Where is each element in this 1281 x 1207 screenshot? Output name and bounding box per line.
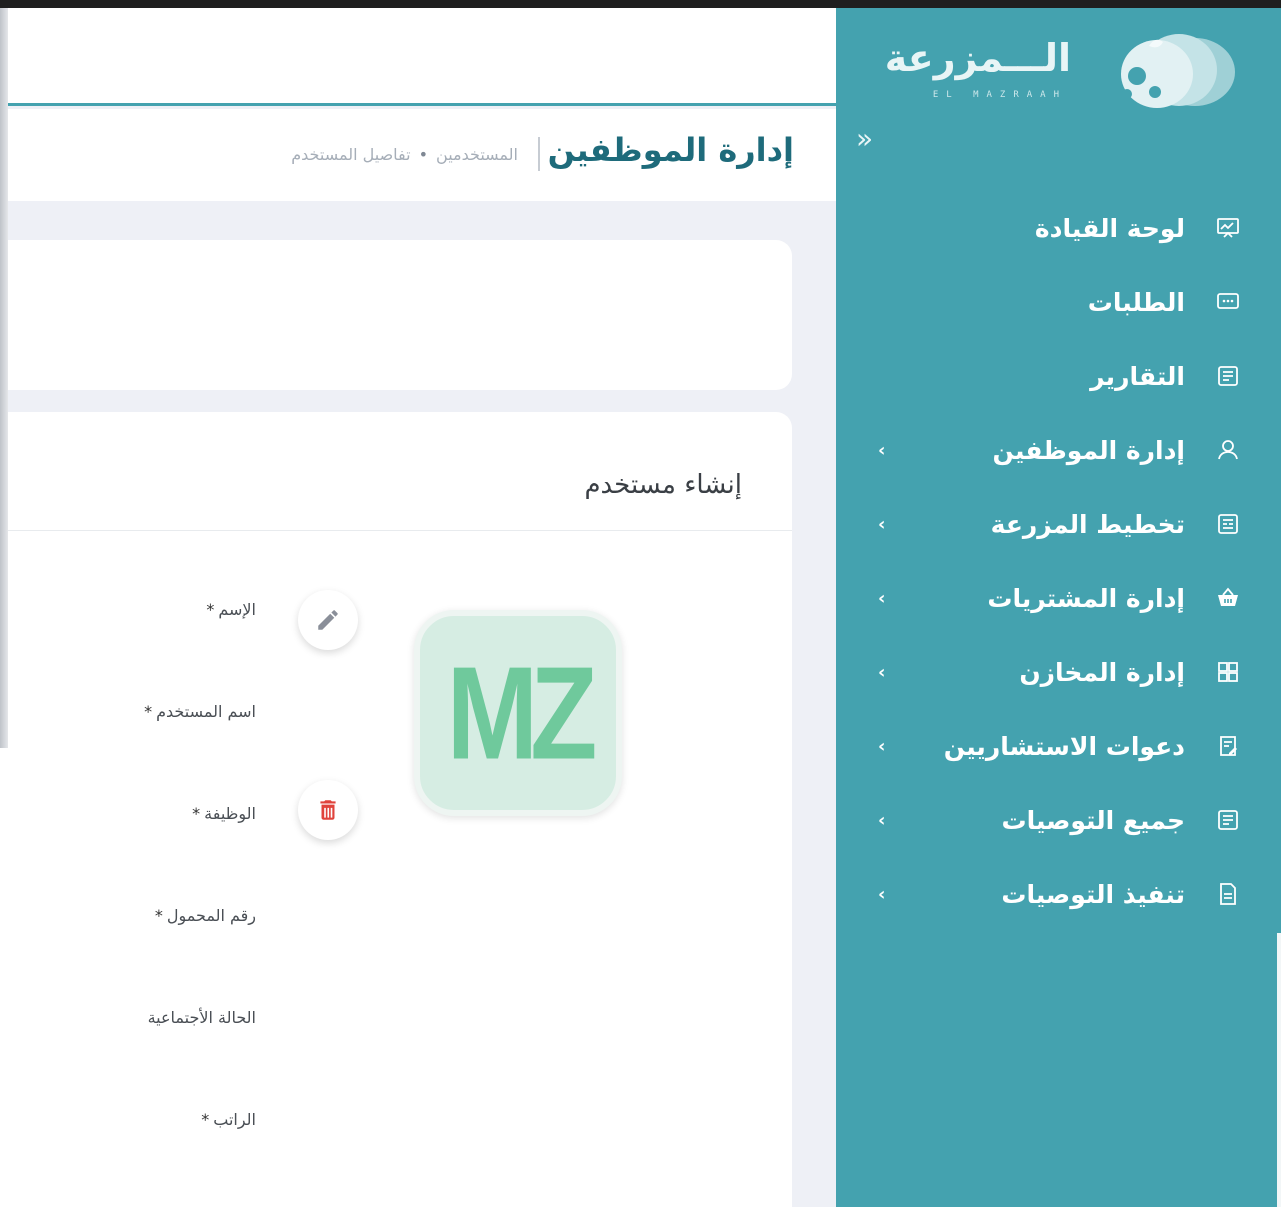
sidebar-item-execute-recommendations[interactable]: ‹ تنفيذ التوصيات <box>866 868 1241 920</box>
breadcrumb: المستخدمين • تفاصيل المستخدم <box>291 145 518 164</box>
card-divider <box>0 530 792 531</box>
field-label-mobile: رقم المحمول* <box>154 906 256 925</box>
title-divider <box>538 137 540 171</box>
field-label-salary: الراتب* <box>201 1110 256 1129</box>
invitations-icon <box>1215 733 1241 759</box>
avatar-initials: MZ <box>446 639 598 787</box>
delete-avatar-button[interactable] <box>298 780 358 840</box>
document-icon <box>1215 881 1241 907</box>
chevron-left-icon: ‹ <box>878 439 886 461</box>
sidebar-item-farm-planning[interactable]: ‹ تخطيط المزرعة <box>866 498 1241 550</box>
breadcrumb-user-details: تفاصيل المستخدم <box>291 145 411 164</box>
main-content: إدارة الموظفين المستخدمين • تفاصيل المست… <box>0 8 836 1207</box>
field-label-marital-status: الحالة الأجتماعية <box>147 1008 256 1027</box>
chevron-left-icon: ‹ <box>878 587 886 609</box>
users-icon <box>1215 437 1241 463</box>
sidebar-item-label: تنفيذ التوصيات <box>1001 879 1185 909</box>
sidebar-item-label: جميع التوصيات <box>1001 805 1185 835</box>
brand-logo[interactable]: الـــمزرعة EL MAZRAAH <box>885 22 1237 112</box>
farm-plan-icon <box>1215 511 1241 537</box>
collapse-sidebar-button[interactable]: » <box>856 124 886 154</box>
sidebar-item-dashboard[interactable]: لوحة القيادة <box>866 202 1241 254</box>
overlay-panel-edge <box>0 8 8 748</box>
chevron-left-icon: ‹ <box>878 735 886 757</box>
chevron-left-icon: ‹ <box>878 513 886 535</box>
reports-icon <box>1215 363 1241 389</box>
sidebar-item-warehouses[interactable]: ‹ إدارة المخازن <box>866 646 1241 698</box>
top-header-bar <box>0 8 836 106</box>
brand-name: الـــمزرعة <box>884 36 1071 80</box>
field-label-name: الإسم* <box>206 600 256 619</box>
filter-card <box>0 240 792 390</box>
requests-icon <box>1215 289 1241 315</box>
sidebar-item-label: إدارة المخازن <box>1019 657 1185 687</box>
sidebar-item-requests[interactable]: الطلبات <box>866 276 1241 328</box>
sidebar-item-label: الطلبات <box>1087 287 1185 317</box>
chevron-left-icon: ‹ <box>878 883 886 905</box>
avatar-image: MZ <box>414 610 622 816</box>
page-title: إدارة الموظفين <box>547 131 794 169</box>
sidebar-item-reports[interactable]: التقارير <box>866 350 1241 402</box>
sidebar-item-label: إدارة المشتريات <box>987 583 1185 613</box>
page-title-bar: إدارة الموظفين المستخدمين • تفاصيل المست… <box>0 109 836 201</box>
sidebar-item-label: دعوات الاستشاريين <box>943 731 1185 761</box>
chevron-left-icon: ‹ <box>878 661 886 683</box>
window-top-edge <box>0 0 1281 8</box>
sidebar-item-label: تخطيط المزرعة <box>990 509 1185 539</box>
brand-subtitle: EL MAZRAAH <box>932 90 1067 100</box>
shell-logo-icon <box>1121 34 1235 108</box>
trash-icon <box>320 800 336 820</box>
sidebar-item-employees[interactable]: ‹ إدارة الموظفين <box>866 424 1241 476</box>
warehouse-grid-icon <box>1215 659 1241 685</box>
pencil-icon <box>318 610 338 630</box>
chevron-left-icon: ‹ <box>878 809 886 831</box>
sidebar-item-label: إدارة الموظفين <box>992 435 1185 465</box>
card-title: إنشاء مستخدم <box>584 470 742 500</box>
sidebar-item-label: التقارير <box>1090 361 1185 391</box>
sidebar-item-consultant-invitations[interactable]: ‹ دعوات الاستشاريين <box>866 720 1241 772</box>
sidebar-item-purchases[interactable]: ‹ إدارة المشتريات <box>866 572 1241 624</box>
breadcrumb-separator: • <box>418 145 429 164</box>
create-user-card: إنشاء مستخدم MZ الإسم* اسم المستخدم* الو… <box>0 412 792 1207</box>
field-label-job: الوظيفة* <box>192 804 256 823</box>
field-label-username: اسم المستخدم* <box>144 702 256 721</box>
dashboard-icon <box>1215 215 1241 241</box>
sidebar-item-all-recommendations[interactable]: ‹ جميع التوصيات <box>866 794 1241 846</box>
recommendations-icon <box>1215 807 1241 833</box>
breadcrumb-users[interactable]: المستخدمين <box>436 145 518 164</box>
sidebar-scrollbar[interactable] <box>1277 933 1281 1207</box>
basket-icon <box>1215 585 1241 611</box>
sidebar-item-label: لوحة القيادة <box>1034 213 1185 243</box>
edit-avatar-button[interactable] <box>298 590 358 650</box>
sidebar: الـــمزرعة EL MAZRAAH » لوحة القيادة الط… <box>836 8 1281 1207</box>
